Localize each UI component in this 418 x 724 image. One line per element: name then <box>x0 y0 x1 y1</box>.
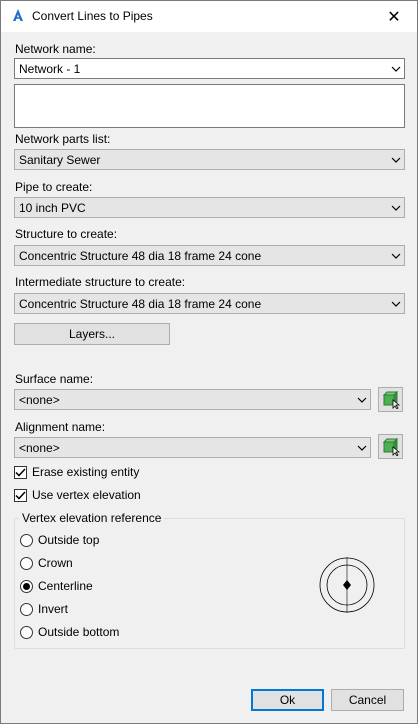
cancel-button[interactable]: Cancel <box>331 689 404 711</box>
structure-dropdown[interactable]: Concentric Structure 48 dia 18 frame 24 … <box>14 245 405 266</box>
alignment-name-value: <none> <box>19 440 60 455</box>
close-icon: ✕ <box>387 8 401 26</box>
radio-invert[interactable]: Invert <box>20 602 68 616</box>
radio-outside-top[interactable]: Outside top <box>20 533 99 547</box>
radio-outside-bottom-label: Outside bottom <box>38 625 120 639</box>
intermediate-structure-label: Intermediate structure to create: <box>15 275 186 289</box>
checkbox-checked-icon <box>14 488 27 502</box>
radio-unselected-icon <box>20 602 33 616</box>
pipe-value: 10 inch PVC <box>19 200 86 215</box>
pick-from-drawing-icon <box>382 390 400 409</box>
chevron-down-icon <box>388 150 404 169</box>
use-vertex-elevation-checkbox[interactable]: Use vertex elevation <box>14 488 141 502</box>
surface-name-label: Surface name: <box>15 372 94 386</box>
radio-crown-label: Crown <box>38 556 73 570</box>
intermediate-structure-dropdown[interactable]: Concentric Structure 48 dia 18 frame 24 … <box>14 293 405 314</box>
chevron-down-icon <box>388 59 404 78</box>
radio-unselected-icon <box>20 556 33 570</box>
radio-outside-top-label: Outside top <box>38 533 100 547</box>
ok-button[interactable]: Ok <box>251 689 324 711</box>
network-name-label: Network name: <box>15 42 96 56</box>
close-button[interactable]: ✕ <box>371 1 417 32</box>
alignment-name-label: Alignment name: <box>15 420 106 434</box>
radio-unselected-icon <box>20 533 33 547</box>
surface-name-dropdown[interactable]: <none> <box>14 389 371 410</box>
network-name-combobox[interactable]: Network - 1 <box>14 58 405 79</box>
network-parts-value: Sanitary Sewer <box>19 152 101 167</box>
dialog-window: Convert Lines to Pipes ✕ Network name: N… <box>0 0 418 724</box>
chevron-down-icon <box>388 198 404 217</box>
pick-from-drawing-icon <box>382 437 400 456</box>
structure-label: Structure to create: <box>15 227 118 241</box>
chevron-down-icon <box>354 390 370 409</box>
radio-unselected-icon <box>20 625 33 639</box>
radio-selected-icon <box>20 579 33 593</box>
erase-existing-label: Erase existing entity <box>32 465 140 479</box>
surface-name-value: <none> <box>19 392 60 407</box>
chevron-down-icon <box>388 294 404 313</box>
network-name-value: Network - 1 <box>19 61 81 76</box>
radio-outside-bottom[interactable]: Outside bottom <box>20 625 119 639</box>
pick-surface-button[interactable] <box>378 387 403 412</box>
title-bar: Convert Lines to Pipes ✕ <box>1 1 417 32</box>
network-parts-dropdown[interactable]: Sanitary Sewer <box>14 149 405 170</box>
radio-invert-label: Invert <box>38 602 69 616</box>
pick-alignment-button[interactable] <box>378 434 403 459</box>
chevron-down-icon <box>354 438 370 457</box>
pipe-dropdown[interactable]: 10 inch PVC <box>14 197 405 218</box>
intermediate-structure-value: Concentric Structure 48 dia 18 frame 24 … <box>19 296 262 311</box>
chevron-down-icon <box>388 246 404 265</box>
pipe-cross-section-preview-icon <box>319 557 375 613</box>
alignment-name-dropdown[interactable]: <none> <box>14 437 371 458</box>
app-icon <box>13 9 23 21</box>
layers-button[interactable]: Layers... <box>14 323 170 345</box>
use-vertex-elevation-label: Use vertex elevation <box>32 488 141 502</box>
structure-value: Concentric Structure 48 dia 18 frame 24 … <box>19 248 262 263</box>
radio-centerline-label: Centerline <box>38 579 93 593</box>
erase-existing-checkbox[interactable]: Erase existing entity <box>14 465 139 479</box>
pipe-label: Pipe to create: <box>15 180 93 194</box>
window-title: Convert Lines to Pipes <box>32 9 153 23</box>
vertex-elevation-reference-title: Vertex elevation reference <box>19 511 165 525</box>
checkbox-checked-icon <box>14 465 27 479</box>
network-description-box[interactable] <box>14 84 405 128</box>
network-parts-label: Network parts list: <box>15 132 111 146</box>
radio-centerline[interactable]: Centerline <box>20 579 93 593</box>
radio-crown[interactable]: Crown <box>20 556 73 570</box>
